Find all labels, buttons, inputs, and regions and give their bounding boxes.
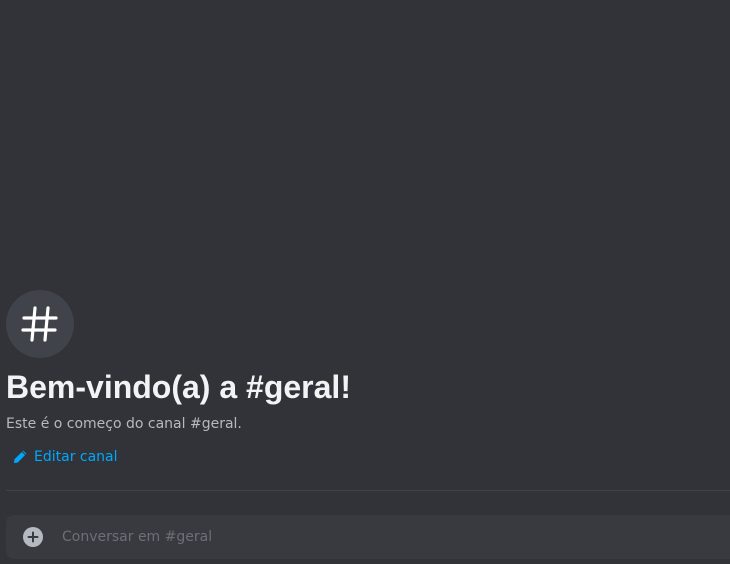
message-input[interactable] (62, 515, 662, 559)
divider (6, 490, 730, 491)
welcome-description: Este é o começo do canal #geral. (6, 416, 242, 432)
edit-channel-button[interactable]: Editar canal (12, 447, 118, 467)
channel-icon-circle (6, 290, 74, 358)
chat-area: Bem-vindo(a) a #geral! Este é o começo d… (0, 0, 730, 564)
message-composer (6, 515, 730, 559)
pencil-icon (14, 450, 27, 463)
hashtag-icon (21, 306, 58, 342)
plus-circle-icon[interactable] (22, 526, 44, 548)
welcome-title: Bem-vindo(a) a #geral! (6, 369, 351, 405)
edit-channel-label: Editar canal (34, 449, 118, 465)
